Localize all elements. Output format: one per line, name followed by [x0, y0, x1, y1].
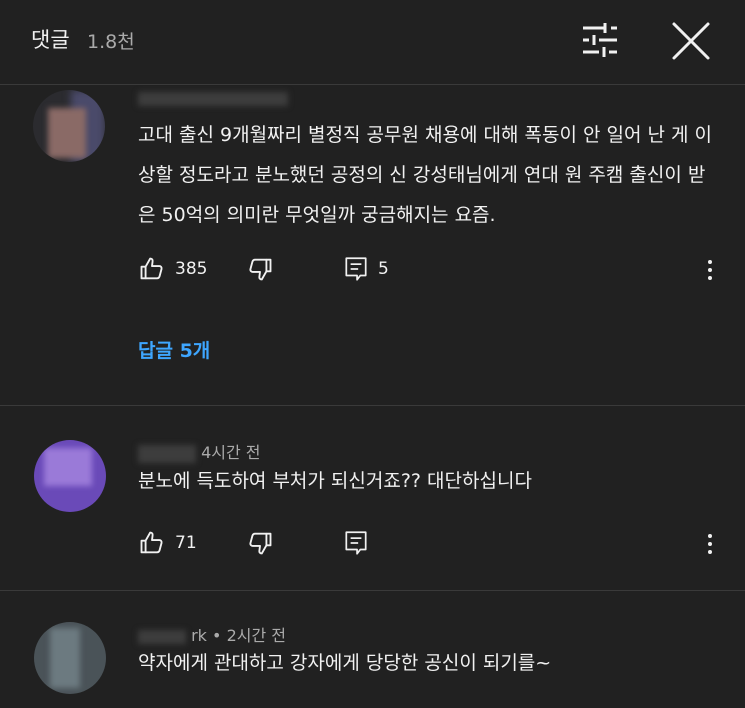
comment-meta — [138, 88, 288, 107]
filter-sliders-icon — [583, 23, 617, 57]
reply-button[interactable] — [343, 529, 369, 557]
comment-item: 4시간 전 분노에 득도하여 부처가 되신거죠?? 대단하십니다 71 — [0, 406, 745, 590]
reply-comment-icon — [345, 257, 367, 281]
comment-item: rk • 2시간 전 약자에게 관대하고 강자에게 당당한 공신이 되기를~ — [0, 591, 745, 708]
like-button[interactable]: 385 — [138, 255, 207, 283]
reply-comment-icon — [345, 531, 367, 555]
filter-button[interactable] — [575, 20, 625, 60]
like-count: 385 — [175, 259, 208, 279]
comment-text: 고대 출신 9개월짜리 별정직 공무원 채용에 대해 폭동이 안 일어 난 게 … — [138, 124, 713, 226]
view-replies-link[interactable]: 답글 5개 — [138, 336, 210, 363]
author-name-blurred[interactable] — [138, 91, 288, 106]
more-vert-icon — [708, 260, 712, 264]
comment-text: 분노에 득도하여 부처가 되신거죠?? 대단하십니다 — [138, 470, 532, 492]
comment-meta: 4시간 전 — [138, 439, 261, 463]
comments-count: 1.8천 — [87, 31, 135, 53]
avatar[interactable] — [34, 440, 106, 512]
like-button[interactable]: 71 — [138, 529, 197, 557]
comment-text: 약자에게 관대하고 강자에게 당당한 공신이 되기를~ — [138, 652, 552, 674]
thumbs-up-icon — [140, 531, 163, 554]
author-name-blurred[interactable] — [138, 444, 196, 463]
thumbs-down-icon — [249, 258, 272, 281]
more-vert-icon — [708, 534, 712, 538]
comment-actions: 71 — [138, 529, 728, 559]
reply-count: 5 — [378, 259, 389, 279]
comment-time: 4시간 전 — [201, 443, 261, 462]
like-count: 71 — [175, 533, 197, 553]
reply-button[interactable]: 5 — [343, 255, 389, 283]
dislike-button[interactable] — [246, 529, 274, 557]
comment-item: 고대 출신 9개월짜리 별정직 공무원 채용에 대해 폭동이 안 일어 난 게 … — [0, 85, 745, 403]
author-name-blurred[interactable] — [138, 629, 186, 644]
more-options-button[interactable] — [700, 529, 720, 559]
thumbs-down-icon — [249, 532, 272, 555]
comments-header: 댓글 1.8천 — [0, 0, 745, 84]
avatar[interactable] — [33, 90, 105, 162]
avatar[interactable] — [34, 622, 106, 694]
comments-title: 댓글 — [31, 28, 70, 52]
thumbs-up-icon — [140, 257, 163, 280]
close-icon — [672, 22, 710, 60]
dislike-button[interactable] — [246, 255, 274, 283]
close-button[interactable] — [668, 18, 714, 64]
more-options-button[interactable] — [700, 255, 720, 285]
comment-actions: 385 5 — [138, 255, 728, 285]
